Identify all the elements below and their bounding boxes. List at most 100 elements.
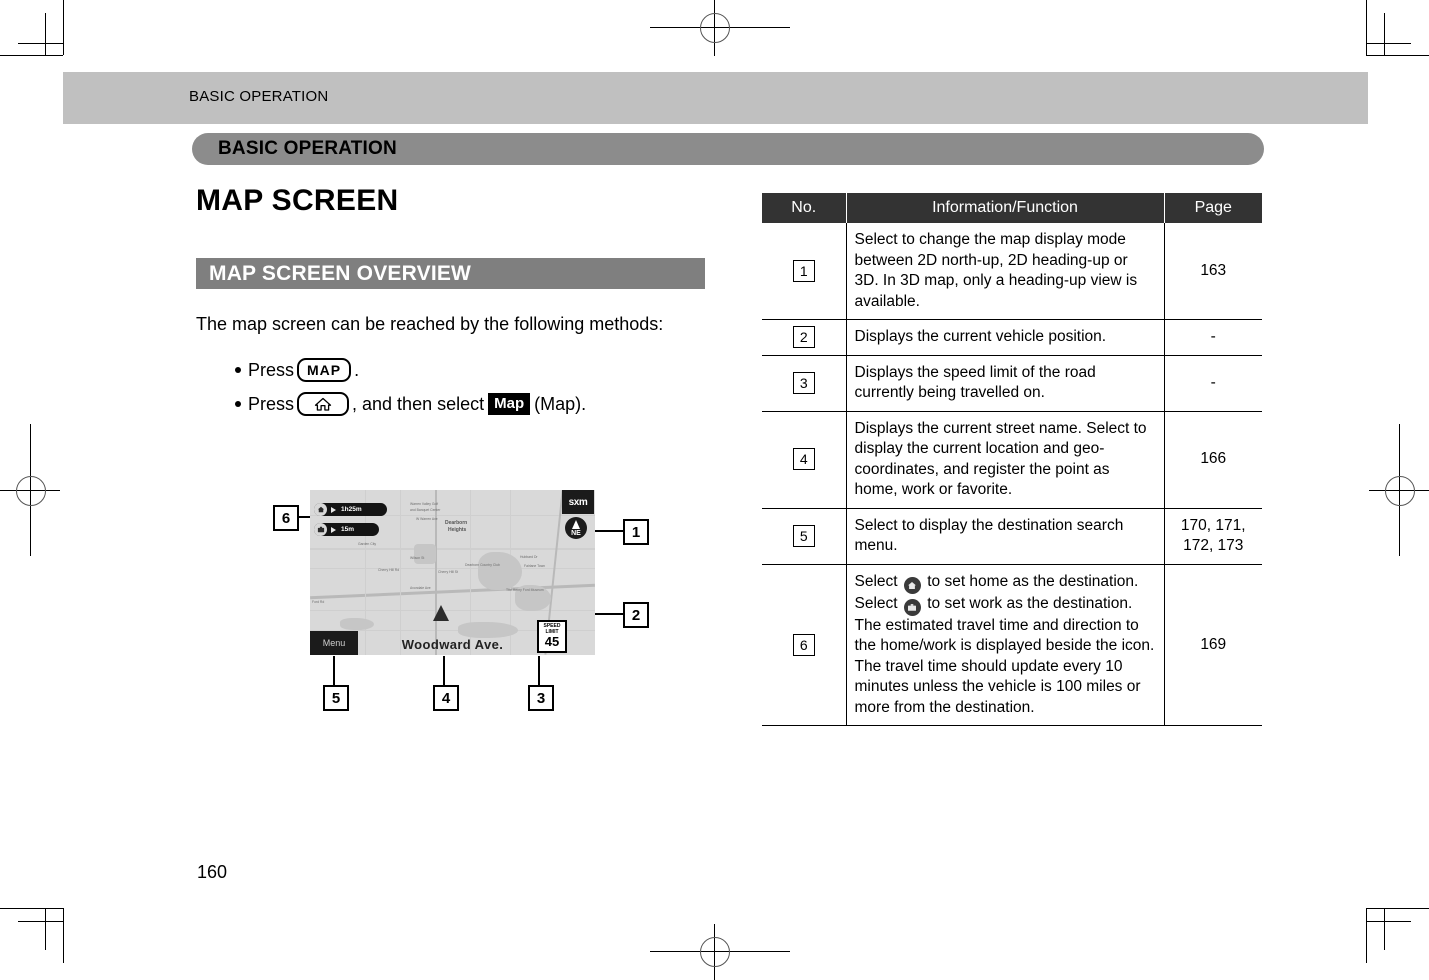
page-title: MAP SCREEN <box>196 184 399 217</box>
breadcrumb: BASIC OPERATION <box>189 88 329 105</box>
section-heading-label: MAP SCREEN OVERVIEW <box>209 261 472 285</box>
registration-mark-left <box>0 424 60 556</box>
registration-mark-top <box>640 0 800 56</box>
bullet-2-mid: , and then select <box>352 394 485 414</box>
column-header-info: Information/Function <box>846 193 1165 223</box>
section-heading-bar: MAP SCREEN OVERVIEW <box>196 258 705 289</box>
table-row: 3 Displays the speed limit of the road c… <box>762 355 1262 412</box>
row-description-cell: Displays the speed limit of the road cur… <box>846 355 1165 412</box>
manual-page: BASIC OPERATION BASIC OPERATION MAP SCRE… <box>0 0 1429 980</box>
row6-part2: to set home as the destination. <box>927 572 1139 590</box>
speed-limit-sign: SPEED LIMIT 45 <box>537 620 567 653</box>
map-hardkey-icon: MAP <box>297 358 352 382</box>
crop-mark-br-h2 <box>1366 921 1411 922</box>
row-number-badge: 4 <box>792 448 815 471</box>
crop-mark-tl-h2 <box>18 43 63 44</box>
callout-5: 5 <box>323 685 349 711</box>
row-page-cell: 170, 171, 172, 173 <box>1164 508 1262 565</box>
column-header-no: No. <box>762 193 847 223</box>
table-header-row: No. Information/Function Page <box>762 193 1262 223</box>
crop-mark-br-v1 <box>1366 908 1367 963</box>
speed-limit-value: 45 <box>544 634 560 649</box>
leader-line-3 <box>538 656 540 688</box>
bullet-2-post: (Map). <box>534 394 587 414</box>
row-description-cell: Select to set home as the destination. S… <box>846 564 1165 726</box>
work-icon <box>903 598 921 616</box>
row-page-cell: - <box>1164 319 1262 356</box>
row-number-cell: 6 <box>762 564 847 726</box>
table-row: 1 Select to change the map display mode … <box>762 223 1262 320</box>
callout-6: 6 <box>273 505 299 531</box>
information-function-table: No. Information/Function Page 1 Select t… <box>762 193 1262 726</box>
map-screenshot: Warren Valley Golf and Banquet Center W … <box>310 490 595 655</box>
crop-mark-bl-v2 <box>45 908 46 950</box>
row-number-badge: 2 <box>792 326 815 348</box>
row-number-badge: 6 <box>792 633 815 656</box>
bullet-dot <box>235 401 241 407</box>
sxm-logo-icon: sxm <box>562 490 594 514</box>
row-number-cell: 1 <box>762 223 847 320</box>
callout-4: 4 <box>433 685 459 711</box>
list-item: Press , and then select Map (Map). <box>235 389 726 419</box>
crop-mark-br-h1 <box>1366 908 1429 909</box>
direction-arrow-icon <box>331 526 336 533</box>
bullet-1-post: . <box>354 360 360 380</box>
row-number-cell: 4 <box>762 411 847 509</box>
home-eta-badge[interactable]: 1h25m <box>314 503 387 516</box>
map-screen-figure: Warren Valley Golf and Banquet Center W … <box>255 480 675 720</box>
bullet-2-pre: Press <box>248 394 295 414</box>
registration-mark-bottom <box>640 924 800 980</box>
row-number-cell: 2 <box>762 319 847 356</box>
list-item: Press MAP . <box>235 355 726 385</box>
row6-part4: to set work as the destination. The esti… <box>854 594 1155 716</box>
column-header-page: Page <box>1164 193 1262 223</box>
table-row: 6 Select to set home as the destination.… <box>762 564 1262 726</box>
crop-mark-tr-v1 <box>1366 0 1367 55</box>
map-orientation-compass-button[interactable]: NE <box>565 517 587 539</box>
row-description-cell: Displays the current street name. Select… <box>846 411 1165 509</box>
map-softkey-chip: Map <box>488 393 531 415</box>
work-eta-badge[interactable]: 15m <box>314 523 379 536</box>
callout-1: 1 <box>623 519 649 545</box>
page-number: 160 <box>197 862 228 882</box>
compass-needle-icon <box>572 520 580 529</box>
row-description-cell: Displays the current vehicle position. <box>846 319 1165 356</box>
crop-mark-tr-h1 <box>1366 55 1429 56</box>
crop-mark-tl-h1 <box>0 55 63 56</box>
callout-3: 3 <box>528 685 554 711</box>
row6-part1: Select <box>854 572 898 590</box>
crop-mark-bl-h2 <box>18 921 63 922</box>
crop-mark-bl-v1 <box>63 908 64 963</box>
running-header-band: BASIC OPERATION <box>63 72 1368 124</box>
bullet-1-pre: Press <box>248 360 295 380</box>
crop-mark-tr-v2 <box>1384 13 1385 55</box>
home-hardkey-icon <box>297 392 350 416</box>
left-column: MAP SCREEN MAP SCREEN OVERVIEW The map s… <box>196 180 726 423</box>
crop-mark-bl-h1 <box>0 908 63 909</box>
leader-line-4 <box>443 656 445 688</box>
row-number-cell: 5 <box>762 508 847 565</box>
direction-arrow-icon <box>331 506 336 513</box>
row-number-cell: 3 <box>762 355 847 412</box>
row-page-cell: - <box>1164 355 1262 412</box>
row-page-cell: 169 <box>1164 564 1262 726</box>
row-page-cell: 166 <box>1164 411 1262 509</box>
work-eta-label: 15m <box>341 526 355 533</box>
bullet-dot <box>235 367 241 373</box>
vehicle-position-icon <box>433 605 449 621</box>
row-number-badge: 3 <box>792 371 815 394</box>
crop-mark-tl-v1 <box>63 0 64 55</box>
chapter-title-pill: BASIC OPERATION <box>192 133 1264 165</box>
row-page-cell: 163 <box>1164 223 1262 320</box>
row-number-badge: 1 <box>792 259 815 282</box>
home-eta-label: 1h25m <box>341 506 362 513</box>
crop-mark-br-v2 <box>1384 908 1385 950</box>
compass-direction-label: NE <box>571 530 581 537</box>
crop-mark-tl-v2 <box>45 13 46 55</box>
intro-paragraph: The map screen can be reached by the fol… <box>196 314 664 334</box>
callout-2: 2 <box>623 602 649 628</box>
table-row: 5 Select to display the destination sear… <box>762 508 1262 565</box>
home-icon <box>903 576 921 594</box>
row6-part3: Select <box>854 594 898 612</box>
chapter-title-label: BASIC OPERATION <box>218 138 397 159</box>
